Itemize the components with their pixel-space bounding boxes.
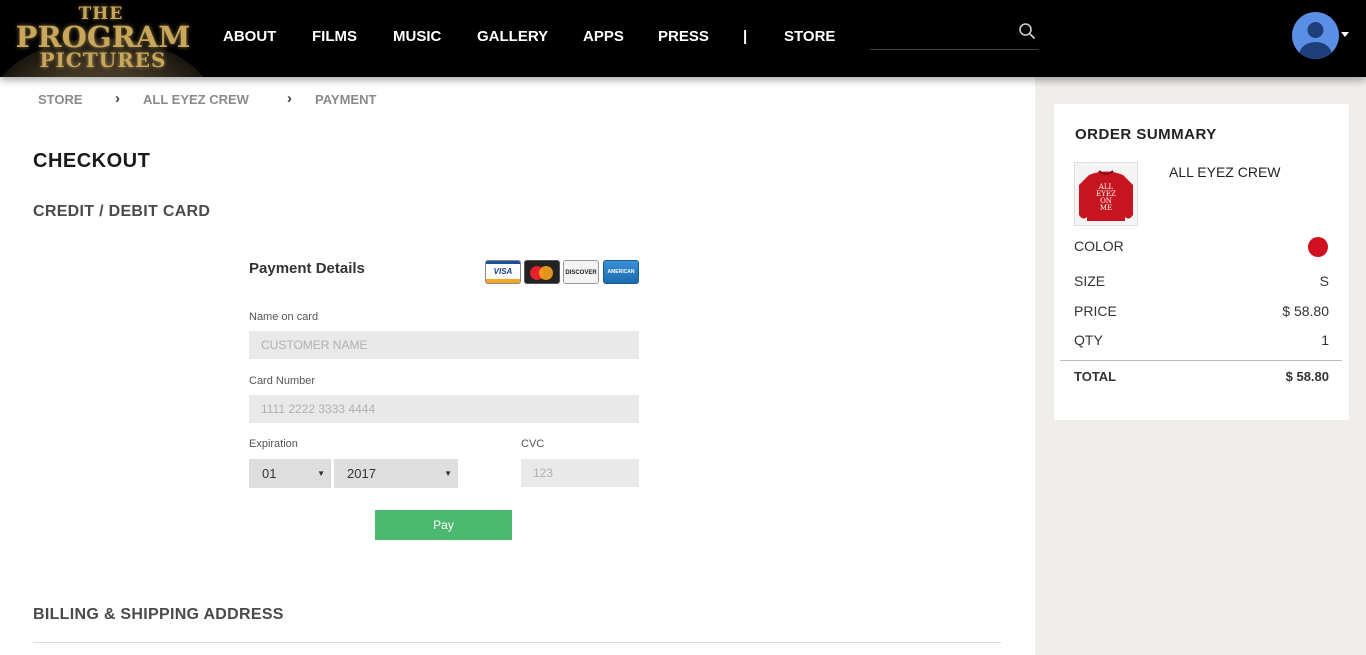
total-label: TOTAL: [1074, 369, 1117, 384]
card-number-input[interactable]: [249, 395, 639, 423]
billing-section-title: BILLING & SHIPPING ADDRESS: [33, 606, 284, 623]
user-avatar[interactable]: [1292, 12, 1339, 59]
svg-text:ME: ME: [1100, 204, 1112, 212]
search-input[interactable]: [870, 22, 1010, 46]
user-icon: [1299, 22, 1332, 59]
product-thumbnail: ALL EYEZ ON ME: [1074, 162, 1138, 226]
logo-line-3: PICTURES: [39, 48, 167, 72]
breadcrumb-chevron-icon: ›: [115, 90, 120, 107]
summary-divider: [1060, 360, 1342, 361]
card-number-label: Card Number: [249, 375, 316, 387]
avatar-dropdown-caret-icon[interactable]: [1341, 32, 1349, 37]
expiration-month-select[interactable]: 01 ▼: [249, 459, 331, 488]
nav-item-apps[interactable]: APPS: [583, 28, 624, 45]
size-label: SIZE: [1074, 273, 1106, 289]
price-value: $ 58.80: [1282, 303, 1329, 319]
visa-card-icon: VISA: [485, 260, 521, 284]
red-sweatshirt-image: ALL EYEZ ON ME: [1079, 170, 1133, 221]
nav-item-store[interactable]: STORE: [784, 28, 835, 45]
expiration-label: Expiration: [249, 438, 298, 450]
dropdown-arrow-icon: ▼: [317, 469, 325, 478]
breadcrumb-store[interactable]: STORE: [38, 92, 83, 107]
discover-card-icon: DISCOVER: [563, 260, 599, 284]
payment-details-title: Payment Details: [249, 260, 365, 277]
nav-item-gallery[interactable]: GALLERY: [477, 28, 548, 45]
cvc-label: CVC: [521, 438, 545, 450]
name-on-card-label: Name on card: [249, 311, 319, 323]
name-on-card-input[interactable]: [249, 331, 639, 359]
nav-item-about[interactable]: ABOUT: [223, 28, 276, 45]
nav-item-music[interactable]: MUSIC: [393, 28, 441, 45]
search-box: [870, 18, 1038, 50]
product-name: ALL EYEZ CREW: [1169, 164, 1281, 180]
order-summary-title: ORDER SUMMARY: [1075, 126, 1217, 143]
qty-value: 1: [1321, 332, 1329, 348]
nav-item-films[interactable]: FILMS: [312, 28, 357, 45]
nav-item-press[interactable]: PRESS: [658, 28, 709, 45]
search-icon[interactable]: [1018, 22, 1036, 40]
cvc-input[interactable]: [521, 459, 639, 487]
color-label: COLOR: [1074, 238, 1124, 254]
price-label: PRICE: [1074, 303, 1117, 319]
dropdown-arrow-icon: ▼: [444, 469, 452, 478]
breadcrumb-payment: PAYMENT: [315, 92, 377, 107]
card-section-title: CREDIT / DEBIT CARD: [33, 203, 211, 220]
amex-card-icon: AMERICAN EXPRESS: [603, 260, 639, 284]
breadcrumb-chevron-icon: ›: [287, 90, 292, 107]
top-navigation-bar: THE PROGRAM PICTURES ABOUT FILMS MUSIC G…: [0, 0, 1366, 77]
program-pictures-logo[interactable]: THE PROGRAM PICTURES: [0, 0, 206, 77]
color-swatch: [1308, 237, 1328, 257]
size-value: S: [1319, 273, 1329, 289]
total-value: $ 58.80: [1285, 369, 1329, 384]
breadcrumb-all-eyez-crew[interactable]: ALL EYEZ CREW: [143, 92, 249, 107]
expiration-year-select[interactable]: 2017 ▼: [334, 459, 458, 488]
qty-label: QTY: [1074, 332, 1103, 348]
page-title: CHECKOUT: [33, 150, 151, 172]
mastercard-icon: [524, 260, 560, 284]
nav-separator: |: [743, 28, 748, 45]
pay-button[interactable]: Pay: [375, 510, 512, 540]
section-divider: [33, 642, 1001, 643]
